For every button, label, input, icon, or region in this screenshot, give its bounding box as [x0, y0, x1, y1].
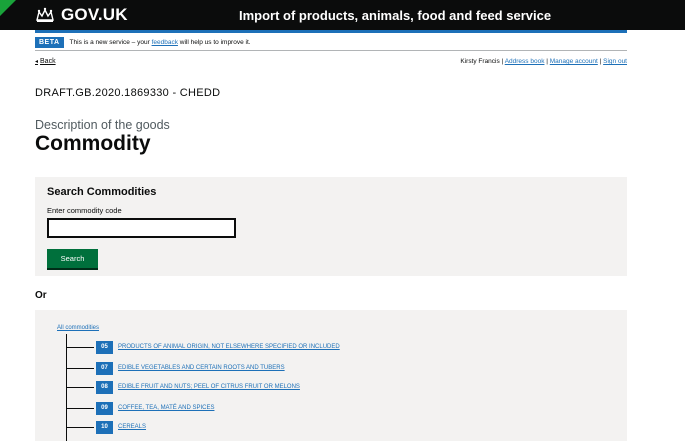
back-arrow-icon: ◂ — [35, 59, 39, 65]
sign-out-link[interactable]: Sign out — [603, 58, 627, 65]
tree-item-10: 10 CEREALS — [66, 420, 146, 434]
commodity-link[interactable]: EDIBLE FRUIT AND NUTS; PEEL OF CITRUS FR… — [118, 384, 300, 390]
service-name-link[interactable]: Import of products, animals, food and fe… — [239, 8, 551, 23]
commodity-code-input[interactable] — [47, 218, 236, 238]
header-accent-bar — [35, 30, 627, 33]
beta-text: This is a new service – your feedback wi… — [70, 39, 251, 46]
tree-item-09: 09 COFFEE, TEA, MATÉ AND SPICES — [66, 401, 214, 415]
commodity-code-badge: 10 — [96, 420, 113, 434]
commodity-code-badge: 08 — [96, 380, 113, 394]
commodity-code-badge: 09 — [96, 401, 113, 415]
corner-marker — [0, 0, 16, 16]
page-title: Commodity — [35, 132, 151, 155]
page-caption: Description of the goods — [35, 118, 170, 132]
beta-tag: BETA — [35, 37, 64, 48]
beta-banner: BETA This is a new service – your feedba… — [35, 37, 627, 48]
tree-connector — [66, 346, 94, 348]
feedback-link[interactable]: feedback — [152, 39, 178, 46]
address-book-link[interactable]: Address book — [505, 58, 545, 65]
back-link[interactable]: ◂ Back — [35, 58, 56, 65]
notification-reference: DRAFT.GB.2020.1869330 - CHEDD — [35, 87, 221, 99]
user-links: Kirsty Francis | Address book | Manage a… — [460, 58, 627, 65]
manage-account-link[interactable]: Manage account — [550, 58, 598, 65]
commodity-tree: All commodities 05 PRODUCTS OF ANIMAL OR… — [35, 310, 627, 441]
commodity-code-badge: 05 — [96, 340, 113, 354]
tree-connector — [66, 386, 94, 388]
beta-text-after: will help us to improve it. — [177, 39, 251, 46]
commodity-link[interactable]: EDIBLE VEGETABLES AND CERTAIN ROOTS AND … — [118, 365, 285, 371]
banner-divider — [35, 50, 627, 51]
tree-item-07: 07 EDIBLE VEGETABLES AND CERTAIN ROOTS A… — [66, 361, 285, 375]
commodity-link[interactable]: PRODUCTS OF ANIMAL ORIGIN, NOT ELSEWHERE… — [118, 344, 340, 350]
crown-icon — [36, 7, 54, 22]
search-panel: Search Commodities Enter commodity code … — [35, 177, 627, 276]
site-header: GOV.UK Import of products, animals, food… — [0, 0, 685, 30]
user-name: Kirsty Francis — [460, 58, 500, 65]
or-label: Or — [35, 290, 47, 301]
search-heading: Search Commodities — [47, 186, 157, 198]
commodity-code-label: Enter commodity code — [47, 206, 122, 215]
commodity-code-badge: 07 — [96, 361, 113, 375]
search-button[interactable]: Search — [47, 249, 98, 268]
logo-text: GOV.UK — [61, 5, 128, 24]
commodity-link[interactable]: CEREALS — [118, 424, 146, 430]
tree-connector — [66, 407, 94, 409]
govuk-logo-link[interactable]: GOV.UK — [35, 5, 128, 25]
back-label: Back — [40, 58, 56, 65]
tree-connector — [66, 426, 94, 428]
beta-text-before: This is a new service – your — [69, 39, 152, 46]
all-commodities-link[interactable]: All commodities — [57, 325, 99, 331]
tree-item-08: 08 EDIBLE FRUIT AND NUTS; PEEL OF CITRUS… — [66, 380, 300, 394]
tree-connector — [66, 367, 94, 369]
commodity-link[interactable]: COFFEE, TEA, MATÉ AND SPICES — [118, 405, 214, 411]
tree-item-05: 05 PRODUCTS OF ANIMAL ORIGIN, NOT ELSEWH… — [66, 340, 340, 354]
